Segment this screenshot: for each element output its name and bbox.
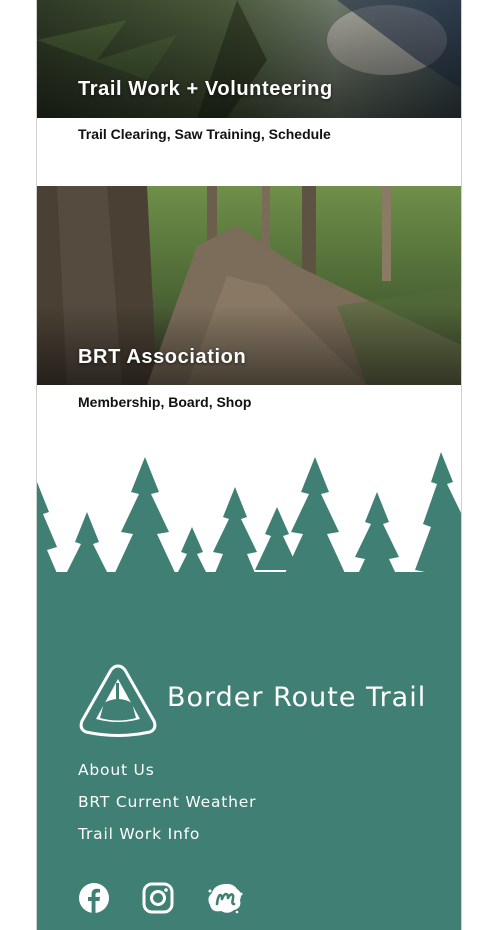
trail-work-card[interactable]: Trail Work + Volunteering <box>37 0 461 118</box>
brt-association-title[interactable]: BRT Association <box>78 346 246 369</box>
facebook-icon[interactable] <box>78 882 110 914</box>
meetup-icon[interactable] <box>207 882 243 914</box>
trail-work-subtitle: Trail Clearing, Saw Training, Schedule <box>78 126 331 142</box>
page-frame: Trail Work + Volunteering Trail Clearing… <box>36 0 462 930</box>
current-weather-link[interactable]: BRT Current Weather <box>78 792 256 824</box>
about-us-link[interactable]: About Us <box>78 760 256 792</box>
instagram-icon[interactable] <box>142 882 174 914</box>
trail-work-info-link[interactable]: Trail Work Info <box>78 824 256 856</box>
tree-line-illustration <box>37 452 461 632</box>
brt-logo-icon[interactable] <box>78 663 158 737</box>
site-footer: Border Route Trail About Us BRT Current … <box>37 452 461 930</box>
brand-name: Border Route Trail <box>167 682 427 713</box>
brt-association-card[interactable]: BRT Association <box>37 186 461 385</box>
brt-association-subtitle: Membership, Board, Shop <box>78 394 252 410</box>
trail-work-title[interactable]: Trail Work + Volunteering <box>78 78 333 101</box>
footer-links: About Us BRT Current Weather Trail Work … <box>78 760 256 856</box>
